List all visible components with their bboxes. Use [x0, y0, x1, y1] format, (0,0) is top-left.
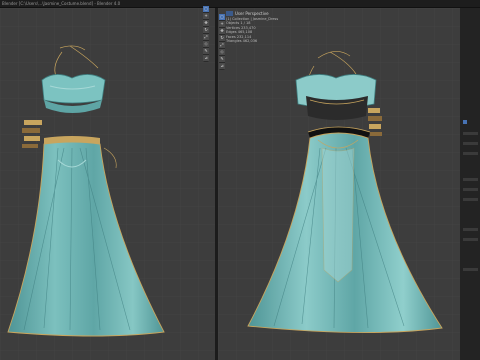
property-row[interactable] — [463, 188, 478, 191]
transform-tool-icon[interactable]: ◇ — [219, 49, 225, 55]
dress-model-perspective[interactable] — [218, 8, 460, 360]
move-tool-icon[interactable]: ✥ — [219, 28, 225, 34]
viewport-right[interactable]: User Perspective (1) Collection | Jasmin… — [218, 8, 460, 360]
property-row[interactable] — [463, 132, 478, 135]
bracelet-right — [368, 108, 382, 136]
window-title-bar: Blender [C:\Users\...\Jasmine_Costume.bl… — [0, 0, 480, 8]
properties-panel[interactable] — [460, 8, 480, 360]
select-tool-icon[interactable]: ▢ — [219, 14, 225, 20]
transform-tool-icon[interactable]: ◇ — [203, 41, 209, 47]
properties-tab-icon[interactable] — [463, 120, 467, 124]
property-row[interactable] — [463, 178, 478, 181]
rotate-tool-icon[interactable]: ↻ — [219, 35, 225, 41]
property-row[interactable] — [463, 142, 478, 145]
property-row[interactable] — [463, 238, 478, 241]
select-tool-icon[interactable]: ▢ — [203, 6, 209, 12]
stats-row: Triangles 462,036 — [226, 39, 258, 44]
cursor-tool-icon[interactable]: + — [203, 13, 209, 19]
bracelet-left — [22, 120, 42, 148]
property-row[interactable] — [463, 228, 478, 231]
toolbar-left: ▢ + ✥ ↻ ⤢ ◇ ✎ ⊿ — [203, 6, 209, 62]
toolbar-right: ▢ + ✥ ↻ ⤢ ◇ ✎ ⊿ — [219, 14, 225, 70]
scale-tool-icon[interactable]: ⤢ — [203, 34, 209, 40]
property-row[interactable] — [463, 268, 478, 271]
annotate-tool-icon[interactable]: ✎ — [203, 48, 209, 54]
measure-tool-icon[interactable]: ⊿ — [203, 55, 209, 61]
property-row[interactable] — [463, 152, 478, 155]
dress-model-front[interactable] — [0, 8, 215, 360]
viewport-stats-overlay: User Perspective (1) Collection | Jasmin… — [226, 10, 286, 43]
viewport-left[interactable] — [0, 8, 215, 360]
move-tool-icon[interactable]: ✥ — [203, 20, 209, 26]
cursor-tool-icon[interactable]: + — [219, 21, 225, 27]
window-title: Blender [C:\Users\...\Jasmine_Costume.bl… — [2, 1, 121, 6]
property-row[interactable] — [463, 198, 478, 201]
camera-icon — [226, 11, 233, 16]
rotate-tool-icon[interactable]: ↻ — [203, 27, 209, 33]
stats-title: User Perspective — [235, 11, 269, 16]
scale-tool-icon[interactable]: ⤢ — [219, 42, 225, 48]
measure-tool-icon[interactable]: ⊿ — [219, 63, 225, 69]
annotate-tool-icon[interactable]: ✎ — [219, 56, 225, 62]
